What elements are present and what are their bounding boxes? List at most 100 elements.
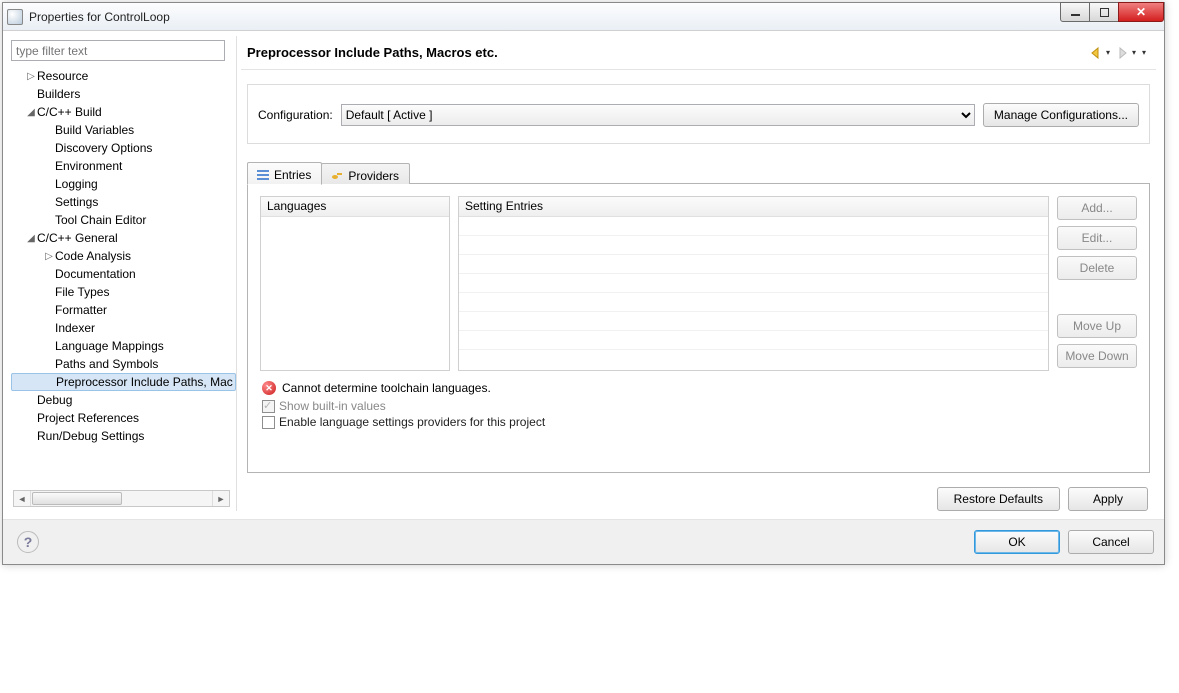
tree-item[interactable]: ◢C/C++ Build bbox=[11, 103, 236, 121]
tree-item-label: Tool Chain Editor bbox=[55, 213, 146, 227]
tree-item[interactable]: Preprocessor Include Paths, Mac bbox=[11, 373, 236, 391]
tree-item-label: Builders bbox=[37, 87, 80, 101]
titlebar: Properties for ControlLoop ✕ bbox=[3, 3, 1164, 31]
show-builtin-row: Show built-in values bbox=[262, 399, 1137, 413]
tree-item-label: Run/Debug Settings bbox=[37, 429, 144, 443]
tree-item[interactable]: Discovery Options bbox=[11, 139, 236, 157]
content-pane: Preprocessor Include Paths, Macros etc. … bbox=[237, 36, 1160, 511]
tree-item[interactable]: Debug bbox=[11, 391, 236, 409]
tree-item[interactable]: File Types bbox=[11, 283, 236, 301]
manage-configurations-button[interactable]: Manage Configurations... bbox=[983, 103, 1139, 127]
tree-twist-icon[interactable]: ◢ bbox=[25, 107, 37, 118]
entries-header: Setting Entries bbox=[459, 197, 1048, 217]
error-message-row: ✕ Cannot determine toolchain languages. bbox=[262, 381, 1137, 395]
tree-item-label: Project References bbox=[37, 411, 139, 425]
enable-providers-checkbox[interactable] bbox=[262, 416, 275, 429]
scroll-right-icon[interactable]: ► bbox=[212, 491, 229, 506]
cancel-button[interactable]: Cancel bbox=[1068, 530, 1154, 554]
configuration-panel: Configuration: Default [ Active ] Manage… bbox=[247, 84, 1150, 144]
tree-item-label: Debug bbox=[37, 393, 72, 407]
app-icon bbox=[7, 9, 23, 25]
tree-item-label: Settings bbox=[55, 195, 98, 209]
scroll-left-icon[interactable]: ◄ bbox=[14, 491, 31, 506]
horizontal-scrollbar[interactable]: ◄ ► bbox=[13, 490, 230, 507]
tree-item[interactable]: Settings bbox=[11, 193, 236, 211]
tree-twist-icon[interactable]: ▷ bbox=[25, 71, 37, 82]
scroll-thumb[interactable] bbox=[32, 492, 122, 505]
enable-providers-row: Enable language settings providers for t… bbox=[262, 415, 1137, 429]
languages-header: Languages bbox=[261, 197, 449, 217]
filter-input[interactable] bbox=[11, 40, 225, 61]
error-icon: ✕ bbox=[262, 381, 276, 395]
tree-item[interactable]: Formatter bbox=[11, 301, 236, 319]
delete-button: Delete bbox=[1057, 256, 1137, 280]
tree-item-label: Resource bbox=[37, 69, 88, 83]
tree-item-label: Build Variables bbox=[55, 123, 134, 137]
languages-list[interactable]: Languages bbox=[260, 196, 450, 371]
tree-item[interactable]: Environment bbox=[11, 157, 236, 175]
tree-item[interactable]: ◢C/C++ General bbox=[11, 229, 236, 247]
nav-forward-menu-icon[interactable]: ▾ bbox=[1132, 48, 1136, 57]
page-title: Preprocessor Include Paths, Macros etc. bbox=[247, 45, 498, 60]
tree-item[interactable]: Documentation bbox=[11, 265, 236, 283]
move-down-button: Move Down bbox=[1057, 344, 1137, 368]
tab-entries-label: Entries bbox=[274, 168, 311, 182]
tree-item[interactable]: Run/Debug Settings bbox=[11, 427, 236, 445]
tree-item-label: C/C++ General bbox=[37, 231, 118, 245]
tree-item-label: Documentation bbox=[55, 267, 136, 281]
tree-item-label: Discovery Options bbox=[55, 141, 152, 155]
tree-item-label: File Types bbox=[55, 285, 109, 299]
properties-dialog: Properties for ControlLoop ✕ ▷ResourceBu… bbox=[2, 2, 1165, 565]
help-icon[interactable]: ? bbox=[17, 531, 39, 553]
setting-entries-list[interactable]: Setting Entries bbox=[458, 196, 1049, 371]
tree-item-label: Language Mappings bbox=[55, 339, 164, 353]
tree-item[interactable]: Tool Chain Editor bbox=[11, 211, 236, 229]
tree-item-label: Logging bbox=[55, 177, 98, 191]
entries-icon bbox=[256, 168, 270, 182]
tree-item-label: Paths and Symbols bbox=[55, 357, 158, 371]
view-menu-icon[interactable]: ▾ bbox=[1142, 48, 1146, 57]
ok-button[interactable]: OK bbox=[974, 530, 1060, 554]
tree-item-label: Indexer bbox=[55, 321, 95, 335]
nav-forward-icon bbox=[1116, 47, 1130, 59]
tree-item[interactable]: Logging bbox=[11, 175, 236, 193]
providers-icon bbox=[330, 169, 344, 183]
tree-item[interactable]: Build Variables bbox=[11, 121, 236, 139]
tree-item-label: C/C++ Build bbox=[37, 105, 102, 119]
configuration-label: Configuration: bbox=[258, 108, 333, 122]
nav-back-icon[interactable] bbox=[1090, 47, 1104, 59]
maximize-button[interactable] bbox=[1089, 2, 1119, 22]
show-builtin-label: Show built-in values bbox=[279, 399, 386, 413]
window-title: Properties for ControlLoop bbox=[29, 10, 170, 24]
dialog-footer: ? OK Cancel bbox=[3, 519, 1164, 564]
tree-item-label: Formatter bbox=[55, 303, 107, 317]
move-up-button: Move Up bbox=[1057, 314, 1137, 338]
tree-item[interactable]: Language Mappings bbox=[11, 337, 236, 355]
tree-twist-icon[interactable]: ◢ bbox=[25, 233, 37, 244]
minimize-button[interactable] bbox=[1060, 2, 1090, 22]
configuration-select[interactable]: Default [ Active ] bbox=[341, 104, 975, 126]
nav-tree[interactable]: ▷ResourceBuilders◢C/C++ BuildBuild Varia… bbox=[7, 65, 236, 488]
show-builtin-checkbox bbox=[262, 400, 275, 413]
tree-item[interactable]: Project References bbox=[11, 409, 236, 427]
restore-defaults-button[interactable]: Restore Defaults bbox=[937, 487, 1060, 511]
tree-item[interactable]: ▷Resource bbox=[11, 67, 236, 85]
tree-item-label: Preprocessor Include Paths, Mac bbox=[56, 375, 233, 389]
tab-providers-label: Providers bbox=[348, 169, 399, 183]
enable-providers-label: Enable language settings providers for t… bbox=[279, 415, 545, 429]
sidebar: ▷ResourceBuilders◢C/C++ BuildBuild Varia… bbox=[7, 36, 237, 511]
tree-item-label: Environment bbox=[55, 159, 122, 173]
edit-button: Edit... bbox=[1057, 226, 1137, 250]
tree-item[interactable]: Builders bbox=[11, 85, 236, 103]
apply-button[interactable]: Apply bbox=[1068, 487, 1148, 511]
add-button: Add... bbox=[1057, 196, 1137, 220]
tree-item[interactable]: ▷Code Analysis bbox=[11, 247, 236, 265]
error-text: Cannot determine toolchain languages. bbox=[282, 381, 491, 395]
tree-twist-icon[interactable]: ▷ bbox=[43, 251, 55, 262]
tree-item[interactable]: Indexer bbox=[11, 319, 236, 337]
close-button[interactable]: ✕ bbox=[1118, 2, 1164, 22]
tree-item[interactable]: Paths and Symbols bbox=[11, 355, 236, 373]
tab-entries[interactable]: Entries bbox=[247, 162, 322, 185]
nav-back-menu-icon[interactable]: ▾ bbox=[1106, 48, 1110, 57]
tab-providers[interactable]: Providers bbox=[321, 163, 410, 184]
